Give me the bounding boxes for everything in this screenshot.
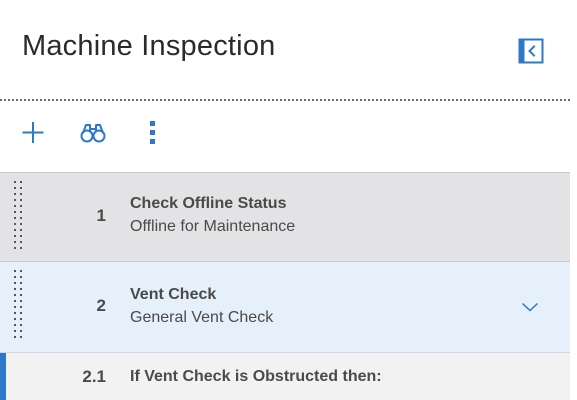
collapse-panel-left-icon: [518, 38, 544, 64]
toolbar: [0, 104, 577, 164]
step-number: 2.1: [82, 367, 106, 386]
drag-handle[interactable]: [12, 268, 24, 351]
binoculars-icon: [80, 124, 106, 143]
more-options-button[interactable]: [137, 116, 169, 148]
add-step-button[interactable]: [17, 116, 49, 148]
find-button[interactable]: [77, 116, 109, 148]
step-list: 1 Check Offline Status Offline for Maint…: [0, 172, 570, 400]
step-row[interactable]: 2.1 If Vent Check is Obstructed then:: [0, 353, 570, 400]
drag-handle[interactable]: [12, 179, 24, 262]
step-row[interactable]: 1 Check Offline Status Offline for Maint…: [0, 172, 570, 262]
step-title: Check Offline Status: [130, 195, 287, 212]
step-row[interactable]: 2 Vent Check General Vent Check: [0, 262, 570, 353]
drag-handle-icon: [14, 270, 22, 338]
step-title: If Vent Check is Obstructed then:: [130, 368, 382, 385]
active-step-indicator: [0, 353, 6, 400]
expand-step-button[interactable]: [521, 300, 539, 312]
page-title: Machine Inspection: [22, 30, 276, 62]
panel-header: Machine Inspection: [0, 0, 577, 100]
panel-edge: [570, 0, 577, 400]
step-number: 1: [96, 206, 106, 225]
more-vertical-icon: [150, 121, 155, 144]
drag-handle-icon: [14, 181, 22, 249]
header-divider: [0, 99, 570, 101]
chevron-down-icon: [521, 302, 539, 312]
step-subtitle: Offline for Maintenance: [130, 218, 296, 235]
plus-icon: [22, 122, 44, 143]
inspection-panel: Machine Inspection 1 Check Offline Statu…: [0, 0, 577, 400]
step-number: 2: [96, 296, 106, 315]
step-title: Vent Check: [130, 286, 217, 303]
collapse-panel-button[interactable]: [518, 38, 544, 64]
step-subtitle: General Vent Check: [130, 309, 274, 326]
